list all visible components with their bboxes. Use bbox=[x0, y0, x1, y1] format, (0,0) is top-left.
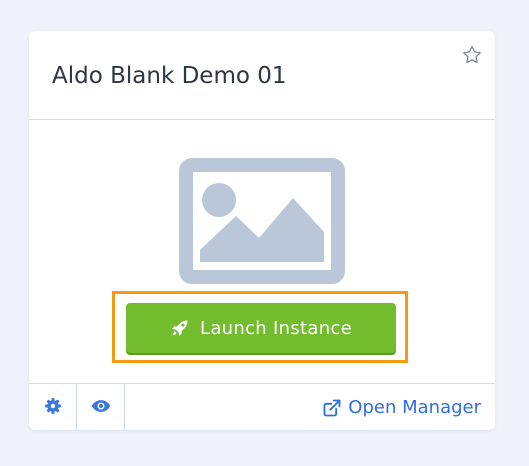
image-placeholder-icon bbox=[179, 158, 345, 284]
launch-instance-button[interactable]: Launch Instance bbox=[126, 303, 396, 353]
rocket-icon bbox=[170, 318, 190, 338]
external-link-icon bbox=[322, 398, 342, 418]
favorite-star-icon[interactable] bbox=[461, 44, 483, 66]
card-body: Launch Instance bbox=[29, 120, 495, 382]
open-manager-label: Open Manager bbox=[348, 397, 481, 418]
eye-icon bbox=[91, 398, 111, 418]
card-header: Aldo Blank Demo 01 bbox=[29, 31, 495, 120]
instance-card: Aldo Blank Demo 01 Launch Instance Open … bbox=[29, 31, 495, 430]
gear-icon bbox=[44, 397, 62, 419]
card-footer: Open Manager bbox=[29, 383, 495, 430]
preview-button[interactable] bbox=[77, 384, 125, 430]
settings-button[interactable] bbox=[29, 384, 77, 430]
open-manager-link[interactable]: Open Manager bbox=[322, 384, 481, 430]
card-title: Aldo Blank Demo 01 bbox=[52, 63, 287, 89]
launch-instance-label: Launch Instance bbox=[200, 317, 352, 339]
